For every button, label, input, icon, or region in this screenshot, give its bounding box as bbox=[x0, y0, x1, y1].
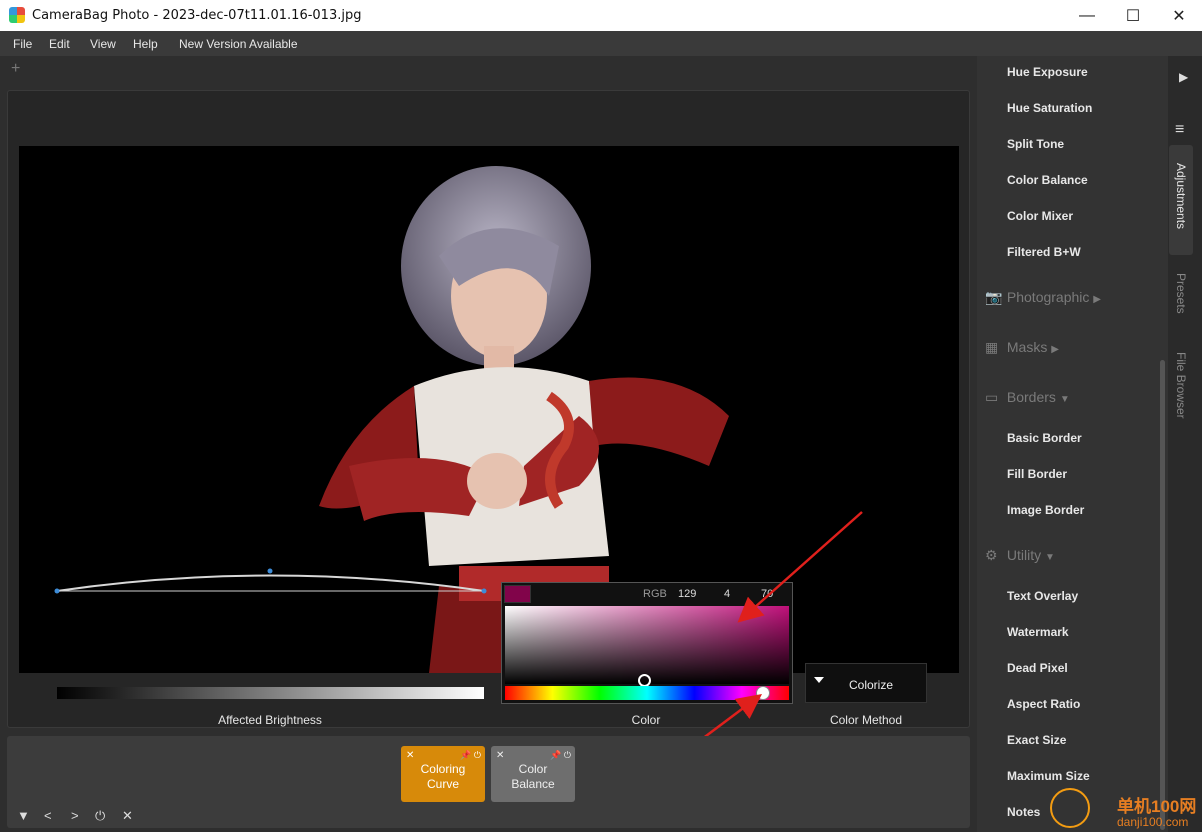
adj-image-border[interactable]: Image Border bbox=[1007, 503, 1084, 517]
saturation-value-field[interactable] bbox=[505, 606, 789, 684]
affected-brightness-label: Affected Brightness bbox=[218, 713, 322, 727]
rgb-r-value[interactable]: 129 bbox=[678, 588, 696, 600]
site-logo-icon bbox=[1050, 788, 1090, 828]
adj-aspect-ratio[interactable]: Aspect Ratio bbox=[1007, 697, 1080, 711]
panel-scrollbar[interactable] bbox=[1160, 360, 1165, 830]
chevron-right-icon: ▶ bbox=[1051, 344, 1059, 355]
card-coloring-curve[interactable]: ✕ 📌 ⏻ Coloring Curve bbox=[401, 746, 485, 802]
watermark-url: danji100.com bbox=[1117, 815, 1189, 829]
chevron-right-icon: ▶ bbox=[1093, 294, 1101, 305]
utility-icon: ⚙ bbox=[985, 547, 998, 563]
collapse-icon[interactable]: ▼ bbox=[17, 808, 30, 823]
tab-file-browser[interactable]: File Browser bbox=[1174, 352, 1188, 419]
previous-icon[interactable]: < bbox=[44, 808, 52, 823]
card-close-icon[interactable]: ✕ bbox=[406, 748, 414, 763]
section-label: Utility bbox=[1006, 547, 1042, 563]
card-close-icon[interactable]: ✕ bbox=[496, 748, 504, 763]
adj-dead-pixel[interactable]: Dead Pixel bbox=[1007, 661, 1068, 675]
play-icon[interactable]: ▶ bbox=[1179, 70, 1188, 84]
section-photographic[interactable]: 📷 Photographic ▶ bbox=[985, 289, 1101, 306]
hue-slider[interactable] bbox=[505, 686, 789, 700]
section-label: Borders bbox=[1006, 389, 1056, 405]
section-label: Photographic bbox=[1006, 289, 1090, 305]
adj-fill-border[interactable]: Fill Border bbox=[1007, 467, 1067, 481]
card-label-line2: Balance bbox=[511, 777, 555, 791]
power-icon[interactable]: ⏻ bbox=[95, 808, 105, 824]
section-utility[interactable]: ⚙ Utility ▼ bbox=[985, 547, 1055, 564]
rgb-b-value[interactable]: 70 bbox=[761, 588, 773, 600]
watermark-text: 单机100网 bbox=[1117, 797, 1197, 816]
section-label: Masks bbox=[1006, 339, 1048, 355]
adj-exact-size[interactable]: Exact Size bbox=[1007, 733, 1066, 747]
menu-icon[interactable]: ≡ bbox=[1175, 121, 1184, 139]
card-label-line1: Coloring bbox=[420, 762, 466, 776]
checker-icon: ▦ bbox=[985, 339, 999, 355]
rgb-g-value[interactable]: 4 bbox=[724, 588, 730, 600]
tab-presets[interactable]: Presets bbox=[1174, 273, 1188, 314]
adj-watermark[interactable]: Watermark bbox=[1007, 625, 1069, 639]
section-masks[interactable]: ▦ Masks ▶ bbox=[985, 339, 1059, 356]
card-pin-power-icon[interactable]: 📌 ⏻ bbox=[460, 748, 481, 763]
chevron-down-icon: ▼ bbox=[1059, 394, 1070, 405]
color-swatch bbox=[504, 585, 531, 603]
section-borders[interactable]: ▭ Borders ▼ bbox=[985, 389, 1070, 406]
adjustment-stack-panel bbox=[7, 736, 970, 828]
clear-icon[interactable]: ✕ bbox=[122, 808, 133, 824]
rgb-mode-label: RGB bbox=[643, 588, 667, 600]
adj-text-overlay[interactable]: Text Overlay bbox=[1007, 589, 1078, 603]
adj-notes[interactable]: Notes bbox=[1007, 805, 1040, 819]
card-label-line1: Color bbox=[518, 762, 548, 776]
adj-maximum-size[interactable]: Maximum Size bbox=[1007, 769, 1090, 783]
adj-basic-border[interactable]: Basic Border bbox=[1007, 431, 1082, 445]
color-method-value: Colorize bbox=[849, 678, 894, 692]
adj-split-tone[interactable]: Split Tone bbox=[1007, 137, 1064, 151]
camera-icon: 📷 bbox=[985, 289, 1003, 305]
border-icon: ▭ bbox=[985, 389, 999, 405]
card-label-line2: Curve bbox=[426, 777, 459, 791]
adj-hue-exposure[interactable]: Hue Exposure bbox=[1007, 65, 1088, 79]
card-pin-power-icon[interactable]: 📌 ⏻ bbox=[550, 748, 571, 763]
card-color-balance[interactable]: ✕ 📌 ⏻ Color Balance bbox=[491, 746, 575, 802]
adj-color-mixer[interactable]: Color Mixer bbox=[1007, 209, 1073, 223]
color-method-label: Color Method bbox=[829, 713, 903, 727]
adj-filtered-bw[interactable]: Filtered B+W bbox=[1007, 245, 1081, 259]
color-label: Color bbox=[631, 713, 661, 727]
chevron-down-icon: ▼ bbox=[1045, 552, 1055, 563]
adj-hue-saturation[interactable]: Hue Saturation bbox=[1007, 101, 1092, 115]
adj-color-balance[interactable]: Color Balance bbox=[1007, 173, 1088, 187]
brightness-gradient bbox=[57, 687, 484, 699]
next-icon[interactable]: > bbox=[71, 808, 79, 823]
tab-adjustments-label[interactable]: Adjustments bbox=[1174, 163, 1188, 229]
dropdown-arrow-icon bbox=[814, 677, 824, 683]
